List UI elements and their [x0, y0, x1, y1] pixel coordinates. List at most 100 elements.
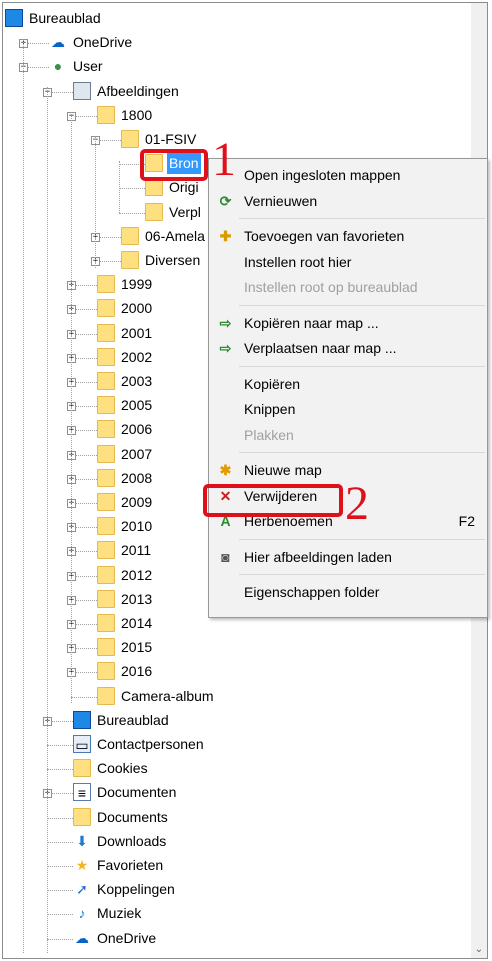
menu-load-images-here[interactable]: ◙ Hier afbeeldingen laden — [211, 545, 485, 569]
menu-item-label: Open ingesloten mappen — [244, 167, 401, 183]
camera-icon: ◙ — [221, 548, 230, 565]
tree-connector-line — [47, 914, 73, 916]
tree-item[interactable]: −01-FSIV — [3, 128, 471, 152]
folder-icon — [97, 468, 115, 487]
tree-guide-line — [95, 136, 96, 268]
folder-icon — [97, 686, 115, 705]
folder-icon — [97, 299, 115, 318]
tree-item-label: 2007 — [121, 445, 153, 462]
folder-icon — [97, 275, 115, 294]
menu-item-shortcut: F2 — [458, 513, 475, 529]
menu-separator — [239, 304, 485, 306]
tree-item[interactable]: +2015 — [3, 636, 471, 660]
annotation-highlight-verwijderen — [203, 484, 343, 517]
refresh-icon: ⟳ — [219, 192, 232, 209]
tree-item-label: Koppelingen — [97, 881, 175, 898]
new-folder-icon: ✱ — [219, 462, 232, 478]
tree-item-label: Camera-album — [121, 687, 214, 704]
menu-move-to-folder[interactable]: ⇨ Verplaatsen naar map ... — [211, 336, 485, 360]
folder-icon — [97, 347, 115, 366]
tree-item[interactable]: Cookies — [3, 757, 471, 781]
tree-item-label: Contactpersonen — [97, 736, 204, 752]
tree-item[interactable]: Bureaublad — [3, 7, 471, 31]
menu-folder-properties[interactable]: Eigenschappen folder — [211, 580, 485, 604]
menu-open-subfolders[interactable]: Open ingesloten mappen — [211, 163, 485, 187]
menu-item-label: Kopiëren — [244, 375, 301, 392]
tree-item-label: 01-FSIV — [145, 131, 197, 147]
downloads-icon: ⬇ — [76, 832, 88, 849]
menu-item-label: Kopiëren naar map ... — [244, 314, 379, 331]
tree-item[interactable]: Documents — [3, 806, 471, 830]
menu-separator — [239, 538, 485, 540]
tree-item[interactable]: ☁ OneDrive — [3, 927, 471, 951]
tree-item[interactable]: − Afbeeldingen — [3, 80, 471, 104]
tree-connector-line — [71, 696, 97, 698]
folder-icon — [145, 202, 163, 221]
menu-paste[interactable]: Plakken — [211, 423, 485, 447]
tree-item-label: 2013 — [121, 590, 153, 607]
tree-item-label: 2006 — [121, 421, 153, 438]
tree-item[interactable]: ♪ Muziek — [3, 902, 471, 926]
menu-copy-to-folder[interactable]: ⇨ Kopiëren naar map ... — [211, 311, 485, 335]
tree-item[interactable]: ⬇ Downloads — [3, 830, 471, 854]
tree-item-label: Bureaublad — [29, 10, 101, 26]
annotation-number-2: 2 — [345, 477, 369, 530]
folder-icon — [97, 444, 115, 463]
scroll-down-arrow-icon[interactable]: ⌄ — [471, 942, 487, 958]
tree-item-label: 2015 — [121, 639, 153, 656]
menu-refresh[interactable]: ⟳ Vernieuwen — [211, 189, 485, 213]
tree-item[interactable]: +2016 — [3, 660, 471, 684]
tree-item[interactable]: − ● User — [3, 55, 471, 79]
tree-item-label: Afbeeldingen — [97, 82, 179, 99]
contacts-icon: ▭ — [73, 735, 91, 753]
onedrive-cloud-icon: ☁ — [75, 929, 89, 946]
tree-item[interactable]: ★ Favorieten — [3, 854, 471, 878]
tree-connector-line — [47, 745, 73, 746]
tree-item[interactable]: + ≡ Documenten — [3, 781, 471, 805]
folder-icon — [97, 517, 115, 536]
folder-icon — [97, 614, 115, 632]
tree-item-label: 2012 — [121, 566, 153, 583]
tree-item[interactable]: + Bureaublad — [3, 709, 471, 733]
tree-item-label: OneDrive — [73, 34, 133, 51]
menu-cut[interactable]: Knippen — [211, 397, 485, 421]
menu-set-root-desktop[interactable]: Instellen root op bureaublad — [211, 275, 485, 299]
tree-guide-line — [119, 161, 120, 213]
links-icon: ➚ — [76, 881, 88, 898]
tree-item-label: 2003 — [121, 373, 153, 389]
tree-item-label: 2000 — [121, 300, 153, 317]
tree-item[interactable]: ➚ Koppelingen — [3, 878, 471, 902]
menu-copy[interactable]: Kopiëren — [211, 372, 485, 396]
menu-item-label: Hier afbeeldingen laden — [244, 548, 392, 565]
add-favorite-icon: ✚ — [219, 228, 232, 244]
tree-item-label: 2005 — [121, 397, 153, 414]
tree-item[interactable]: ▭ Contactpersonen — [3, 733, 471, 757]
menu-item-label: Toevoegen van favorieten — [244, 228, 405, 244]
menu-item-label: Plakken — [244, 426, 294, 443]
tree-connector-line — [47, 938, 73, 940]
tree-connector-line — [47, 890, 73, 892]
tree-item-label: 2009 — [121, 494, 153, 510]
tree-item[interactable]: + ☁ OneDrive — [3, 31, 471, 55]
menu-item-label: Verplaatsen naar map ... — [244, 340, 397, 356]
documents-icon: ≡ — [73, 783, 91, 802]
tree-item[interactable]: −1800 — [3, 104, 471, 128]
tree-item-label: 06-Amela — [145, 227, 205, 244]
menu-add-favorites[interactable]: ✚ Toevoegen van favorieten — [211, 224, 485, 248]
desktop-icon — [5, 9, 23, 27]
folder-icon — [97, 662, 115, 681]
folder-icon — [97, 589, 115, 608]
folder-icon — [97, 323, 115, 342]
menu-item-label: Nieuwe map — [244, 462, 322, 478]
tree-guide-line — [23, 39, 24, 953]
menu-separator — [239, 218, 485, 219]
tree-item-label: Verpl — [169, 203, 201, 220]
tree-item-label: 2011 — [121, 542, 152, 559]
tree-item[interactable]: Camera-album — [3, 685, 471, 709]
folder-icon — [97, 638, 115, 657]
folder-icon — [97, 105, 115, 124]
menu-set-root-here[interactable]: Instellen root hier — [211, 250, 485, 274]
tree-item-label: 2002 — [121, 348, 153, 365]
tree-item-label: Muziek — [97, 905, 142, 922]
copy-to-folder-icon: ⇨ — [219, 314, 232, 331]
